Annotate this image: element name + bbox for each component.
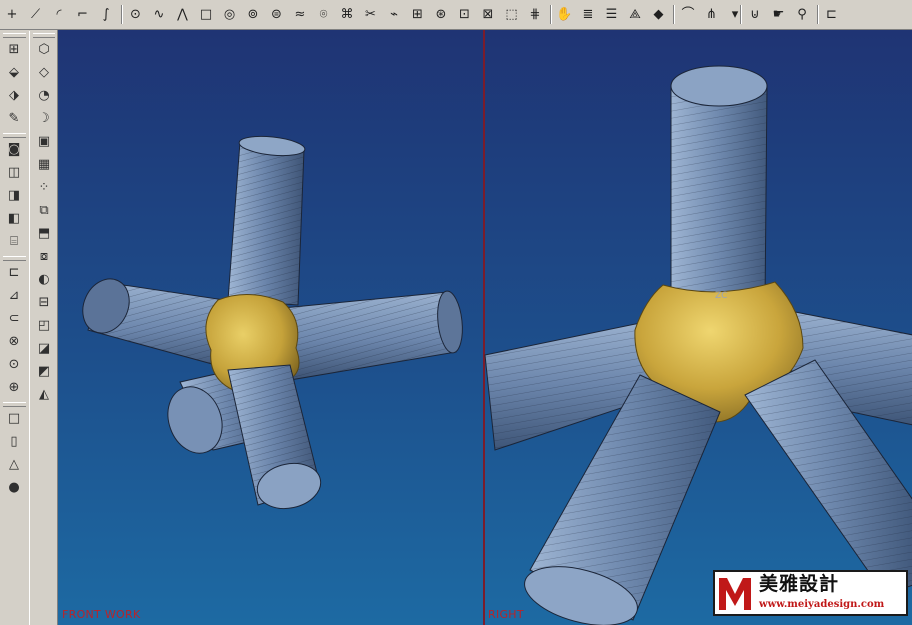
multicolor-surface-icon[interactable]: ◆ bbox=[649, 4, 669, 24]
subtract-icon[interactable]: ◩ bbox=[34, 361, 54, 381]
polyline-icon[interactable]: ∿ bbox=[149, 4, 169, 24]
toolbar-grip[interactable] bbox=[3, 133, 26, 138]
hole-icon[interactable]: ◙ bbox=[4, 139, 24, 159]
intersect-icon[interactable]: ◭ bbox=[34, 384, 54, 404]
cylinder-primitive-icon[interactable]: ▯ bbox=[4, 431, 24, 451]
right-view-tube-joint: ZC bbox=[484, 65, 912, 625]
dart-icon[interactable]: ⊿ bbox=[4, 285, 24, 305]
toolbar-grip[interactable] bbox=[3, 402, 26, 407]
draft-analysis-icon[interactable]: ⊍ bbox=[745, 4, 765, 24]
toolbar-separator bbox=[549, 5, 552, 24]
curve-text-icon[interactable]: ≈ bbox=[290, 4, 310, 24]
edit-curve-icon[interactable]: ⌁ bbox=[384, 4, 404, 24]
patch-icon[interactable]: ⊕ bbox=[4, 377, 24, 397]
offset-curve-icon[interactable]: ⌾ bbox=[314, 4, 334, 24]
left-toolbar-primary: ⊞ ⬙ ⬗ ✎ ◙ ◫ ◨ ◧ ⌸ ⊏ ⊿ ⊂ ⊗ ⊙ ⊕ □ ▯ △ ● bbox=[0, 31, 29, 625]
rectangle-corner-icon[interactable]: ⌐ bbox=[73, 4, 93, 24]
toolbar-separator bbox=[816, 5, 819, 24]
toolbar-separator bbox=[120, 5, 123, 24]
square-icon[interactable]: □ bbox=[196, 4, 216, 24]
extract-body-icon[interactable]: ⊗ bbox=[4, 331, 24, 351]
profile-icon[interactable]: ⋀ bbox=[173, 4, 193, 24]
revolve-icon[interactable]: ◇ bbox=[34, 62, 54, 82]
hollow-icon[interactable]: ▦ bbox=[34, 154, 54, 174]
groove-icon[interactable]: ⊏ bbox=[4, 262, 24, 282]
pattern-icon[interactable]: ⁘ bbox=[34, 177, 54, 197]
hand-select-icon[interactable]: ✋ bbox=[555, 4, 575, 24]
intersect-curve-icon[interactable]: ⊠ bbox=[478, 4, 498, 24]
box-primitive-icon[interactable]: □ bbox=[4, 408, 24, 428]
stacked-sheets-icon[interactable]: ☰ bbox=[602, 4, 622, 24]
sphere-primitive-icon[interactable]: ● bbox=[4, 477, 24, 497]
grid-layout-icon[interactable]: ⊞ bbox=[4, 39, 24, 59]
unite-icon[interactable]: ◪ bbox=[34, 338, 54, 358]
toolbar-separator bbox=[740, 5, 742, 24]
arc-icon[interactable]: ◜ bbox=[49, 4, 69, 24]
split-body-icon[interactable]: ◰ bbox=[34, 315, 54, 335]
toolbar-grip[interactable] bbox=[3, 256, 26, 261]
graphics-viewport[interactable]: ZC FRONT WORK RIGHT bbox=[57, 30, 912, 625]
zoom-icon[interactable]: ⚲ bbox=[792, 4, 812, 24]
swept-icon[interactable]: ⬒ bbox=[34, 223, 54, 243]
logo-m-icon bbox=[719, 578, 751, 610]
cone-primitive-icon[interactable]: △ bbox=[4, 454, 24, 474]
tube-top bbox=[227, 135, 306, 306]
dropdown-icon[interactable]: ▾ bbox=[725, 4, 745, 24]
toolbar-grip[interactable] bbox=[3, 33, 26, 38]
hand-tool-icon[interactable]: ☛ bbox=[769, 4, 789, 24]
slot-icon[interactable]: ⌸ bbox=[4, 231, 24, 251]
project-curve-icon[interactable]: ⊞ bbox=[408, 4, 428, 24]
left-toolbar-secondary: ⬡ ◇ ◔ ☽ ▣ ▦ ⁘ ⧉ ⬒ ⧇ ◐ ⊟ ◰ ◪ ◩ ◭ bbox=[29, 31, 57, 625]
point-cross-icon[interactable]: + bbox=[2, 4, 22, 24]
extrude-icon[interactable]: ⬡ bbox=[34, 39, 54, 59]
trim-body-icon[interactable]: ⬗ bbox=[4, 85, 24, 105]
left-view-tube-joint bbox=[82, 135, 463, 510]
curve-analysis-icon[interactable]: ⌒ bbox=[678, 4, 698, 24]
extract-curve-icon[interactable]: ⬚ bbox=[502, 4, 522, 24]
spline-icon[interactable]: ∫ bbox=[96, 4, 116, 24]
isoparametric-curve-icon[interactable]: ⊡ bbox=[455, 4, 475, 24]
main-toolbar: + ⟋ ◜ ⌐ ∫ ⊙ ∿ ⋀ □ ◎ ⊚ ⊜ ≈ ⌾ ⌘ ✂ ⌁ ⊞ ⊛ ⊡ ⊠ ⬚ ⋕ ✋ ≣ ☰ ⟁ ◆ ⌒ ⋔ ▾ ⊍ ☛ ⚲ ⊏ bbox=[0, 0, 912, 30]
pencil-icon[interactable]: ✎ bbox=[4, 108, 24, 128]
tube-right bbox=[282, 290, 463, 381]
toolbar-grip[interactable] bbox=[33, 33, 55, 38]
chamfer-icon[interactable]: ☽ bbox=[34, 108, 54, 128]
tube-vertical-large bbox=[670, 65, 768, 306]
watermark-brand: 美雅設計 bbox=[759, 573, 840, 595]
watermark-url: www.meiyadesign.com bbox=[759, 599, 885, 610]
section-icon[interactable]: ⟁ bbox=[625, 4, 645, 24]
toolbar-separator bbox=[673, 5, 675, 24]
point-icon[interactable]: ⊙ bbox=[126, 4, 146, 24]
sew-icon[interactable]: ⊙ bbox=[4, 354, 24, 374]
trim-curve-icon[interactable]: ✂ bbox=[361, 4, 381, 24]
thread-icon[interactable]: ⧇ bbox=[34, 246, 54, 266]
bridge-curve-icon[interactable]: ⌘ bbox=[337, 4, 357, 24]
fit-view-icon[interactable]: ⊏ bbox=[822, 4, 842, 24]
tube-icon[interactable]: ⊂ bbox=[4, 308, 24, 328]
mirror-icon[interactable]: ⧉ bbox=[34, 200, 54, 220]
cube-tools-icon[interactable]: ⬙ bbox=[4, 62, 24, 82]
layers-icon[interactable]: ≣ bbox=[578, 4, 598, 24]
watermark-logo: 美雅設計 www.meiyadesign.com bbox=[713, 570, 908, 616]
circle-icon[interactable]: ◎ bbox=[220, 4, 240, 24]
shell-icon[interactable]: ▣ bbox=[34, 131, 54, 151]
through-curves-icon[interactable]: ⋕ bbox=[525, 4, 545, 24]
ellipse-icon[interactable]: ⊚ bbox=[243, 4, 263, 24]
blend-icon[interactable]: ◔ bbox=[34, 85, 54, 105]
offset-face-icon[interactable]: ◐ bbox=[34, 269, 54, 289]
view-label-right: RIGHT bbox=[488, 608, 524, 621]
helix-icon[interactable]: ⊜ bbox=[267, 4, 287, 24]
wrap-curve-icon[interactable]: ⊛ bbox=[431, 4, 451, 24]
scale-body-icon[interactable]: ⊟ bbox=[34, 292, 54, 312]
boss-icon[interactable]: ◫ bbox=[4, 162, 24, 182]
comb-analysis-icon[interactable]: ⋔ bbox=[702, 4, 722, 24]
axis-zc-label: ZC bbox=[715, 291, 727, 301]
pad-icon[interactable]: ◧ bbox=[4, 208, 24, 228]
line-icon[interactable]: ⟋ bbox=[26, 4, 46, 24]
pocket-icon[interactable]: ◨ bbox=[4, 185, 24, 205]
view-label-front: FRONT WORK bbox=[62, 608, 141, 621]
